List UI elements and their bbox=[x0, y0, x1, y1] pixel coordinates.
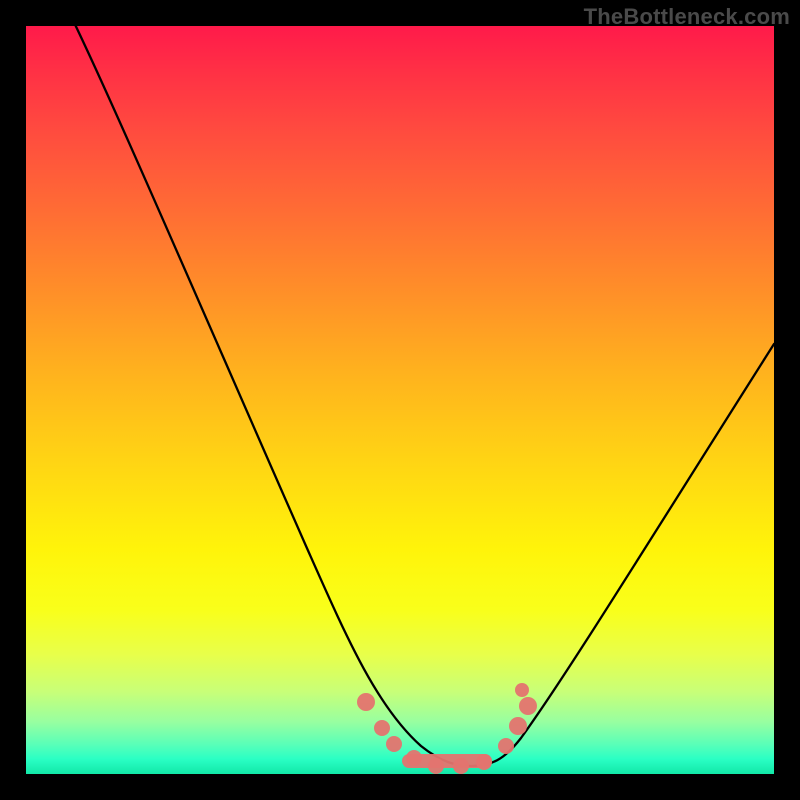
marker-dot bbox=[476, 754, 492, 770]
marker-dot bbox=[509, 717, 527, 735]
marker-dot bbox=[498, 738, 514, 754]
marker-dot bbox=[374, 720, 390, 736]
marker-dot bbox=[515, 683, 529, 697]
marker-dot bbox=[357, 693, 375, 711]
marker-dot bbox=[428, 758, 444, 774]
bottleneck-curve bbox=[66, 26, 774, 766]
marker-dot bbox=[386, 736, 402, 752]
chart-frame: TheBottleneck.com bbox=[0, 0, 800, 800]
watermark-text: TheBottleneck.com bbox=[584, 4, 790, 30]
marker-dot bbox=[406, 750, 422, 766]
plot-area bbox=[26, 26, 774, 774]
marker-dot bbox=[519, 697, 537, 715]
curve-layer bbox=[26, 26, 774, 774]
marker-dot bbox=[453, 758, 469, 774]
